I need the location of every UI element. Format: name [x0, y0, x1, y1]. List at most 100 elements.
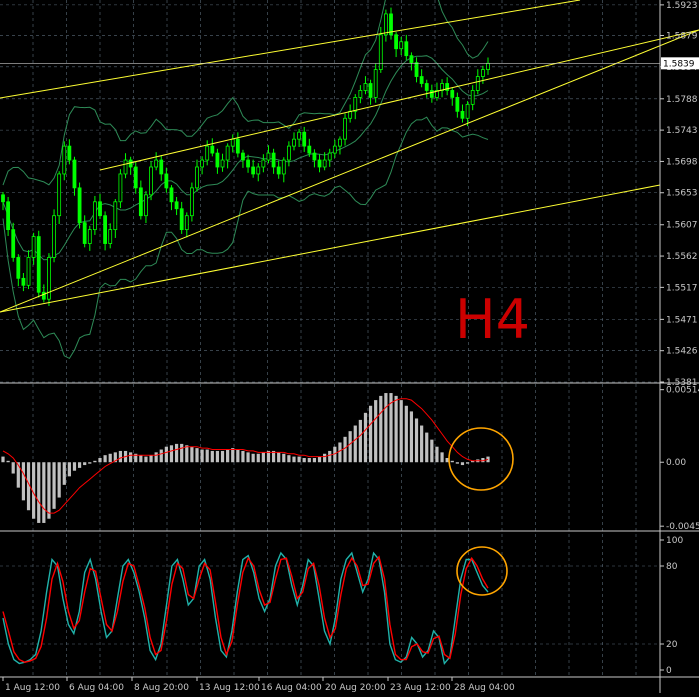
channel-line[interactable] [0, 29, 699, 313]
histogram-bar[interactable] [368, 405, 373, 463]
candle-body[interactable] [409, 55, 414, 64]
histogram-bar[interactable] [220, 450, 225, 463]
histogram-bar[interactable] [98, 458, 102, 463]
histogram-bar[interactable] [384, 393, 388, 463]
histogram-bar[interactable] [185, 445, 189, 463]
candle-body[interactable] [169, 187, 174, 203]
price-panel[interactable] [0, 0, 699, 360]
histogram-bar[interactable] [77, 462, 82, 468]
candle-body[interactable] [271, 152, 276, 168]
candle-body[interactable] [11, 229, 16, 258]
histogram-bar[interactable] [195, 448, 199, 463]
candle-body[interactable] [205, 145, 210, 161]
histogram-bar[interactable] [149, 455, 153, 463]
candle-body[interactable] [470, 90, 475, 105]
histogram-bar[interactable] [353, 425, 357, 463]
histogram-bar[interactable] [83, 462, 87, 466]
histogram-bar[interactable] [338, 442, 342, 463]
candle-body[interactable] [52, 215, 56, 258]
histogram-bar[interactable] [317, 456, 322, 463]
candle-body[interactable] [414, 62, 419, 77]
candle-body[interactable] [394, 34, 399, 50]
histogram-bar[interactable] [465, 462, 470, 464]
candle-body[interactable] [241, 152, 245, 161]
macd-panel[interactable] [1, 393, 514, 523]
channel-line[interactable] [0, 0, 581, 99]
histogram-bar[interactable] [11, 462, 15, 474]
histogram-bar[interactable] [215, 450, 220, 463]
histogram-bar[interactable] [292, 456, 296, 463]
candle-body[interactable] [450, 90, 455, 98]
histogram-bar[interactable] [348, 431, 352, 463]
candle-body[interactable] [16, 257, 21, 279]
histogram-bar[interactable] [118, 450, 123, 463]
candle-body[interactable] [322, 159, 327, 168]
histogram-bar[interactable] [37, 462, 41, 523]
histogram-bar[interactable] [103, 455, 107, 463]
histogram-bar[interactable] [174, 443, 179, 463]
candle-body[interactable] [184, 215, 189, 231]
candle-body[interactable] [77, 187, 82, 224]
candle-body[interactable] [225, 145, 230, 161]
candle-body[interactable] [486, 62, 490, 70]
histogram-bar[interactable] [241, 450, 245, 463]
histogram-bar[interactable] [460, 462, 465, 466]
histogram-bar[interactable] [190, 446, 194, 463]
histogram-bar[interactable] [251, 453, 255, 463]
candle-body[interactable] [363, 83, 368, 91]
candle-body[interactable] [118, 173, 123, 203]
candle-body[interactable] [266, 152, 271, 161]
histogram-bar[interactable] [450, 460, 454, 463]
candle-body[interactable] [31, 236, 36, 258]
candle-body[interactable] [292, 138, 296, 147]
stochastic-panel[interactable] [2, 546, 508, 666]
candle-body[interactable] [317, 159, 322, 168]
candle-body[interactable] [307, 145, 312, 154]
candle-body[interactable] [286, 145, 291, 161]
histogram-bar[interactable] [455, 462, 459, 464]
candle-body[interactable] [480, 69, 485, 77]
candle-body[interactable] [72, 159, 77, 189]
histogram-bar[interactable] [277, 452, 281, 463]
candle-body[interactable] [144, 194, 148, 217]
histogram-bar[interactable] [414, 418, 419, 463]
candle-body[interactable] [133, 166, 138, 189]
histogram-bar[interactable] [205, 449, 209, 463]
candle-body[interactable] [189, 187, 194, 217]
candle-body[interactable] [302, 131, 307, 147]
candle-body[interactable] [399, 41, 404, 50]
histogram-bar[interactable] [139, 455, 143, 463]
candle-body[interactable] [281, 159, 286, 175]
histogram-bar[interactable] [425, 432, 429, 463]
candle-body[interactable] [98, 201, 102, 217]
histogram-bar[interactable] [282, 453, 286, 463]
candle-body[interactable] [343, 117, 347, 140]
histogram-bar[interactable] [210, 450, 214, 463]
candle-body[interactable] [353, 97, 358, 112]
histogram-bar[interactable] [287, 455, 291, 463]
histogram-bar[interactable] [47, 462, 51, 519]
candle-body[interactable] [235, 138, 240, 154]
histogram-bar[interactable] [404, 405, 408, 463]
histogram-bar[interactable] [42, 462, 46, 523]
candle-body[interactable] [312, 152, 317, 161]
candle-body[interactable] [67, 145, 72, 161]
stoch-signal-line[interactable] [2, 555, 489, 663]
histogram-bar[interactable] [297, 456, 301, 463]
candle-body[interactable] [475, 76, 480, 91]
histogram-bar[interactable] [226, 449, 230, 463]
histogram-bar[interactable] [1, 456, 5, 463]
chart-svg[interactable]: 1.59231.58791.58341.57881.57431.56981.56… [0, 0, 699, 693]
candle-body[interactable] [251, 166, 256, 175]
candle-body[interactable] [138, 187, 143, 217]
histogram-bar[interactable] [312, 458, 317, 463]
candle-body[interactable] [164, 173, 169, 189]
histogram-bar[interactable] [307, 458, 311, 463]
candle-body[interactable] [332, 145, 337, 154]
histogram-bar[interactable] [261, 452, 265, 463]
candle-body[interactable] [92, 201, 97, 231]
candle-body[interactable] [82, 222, 87, 244]
candle-body[interactable] [455, 97, 460, 112]
histogram-bar[interactable] [343, 436, 347, 463]
histogram-bar[interactable] [363, 412, 368, 463]
